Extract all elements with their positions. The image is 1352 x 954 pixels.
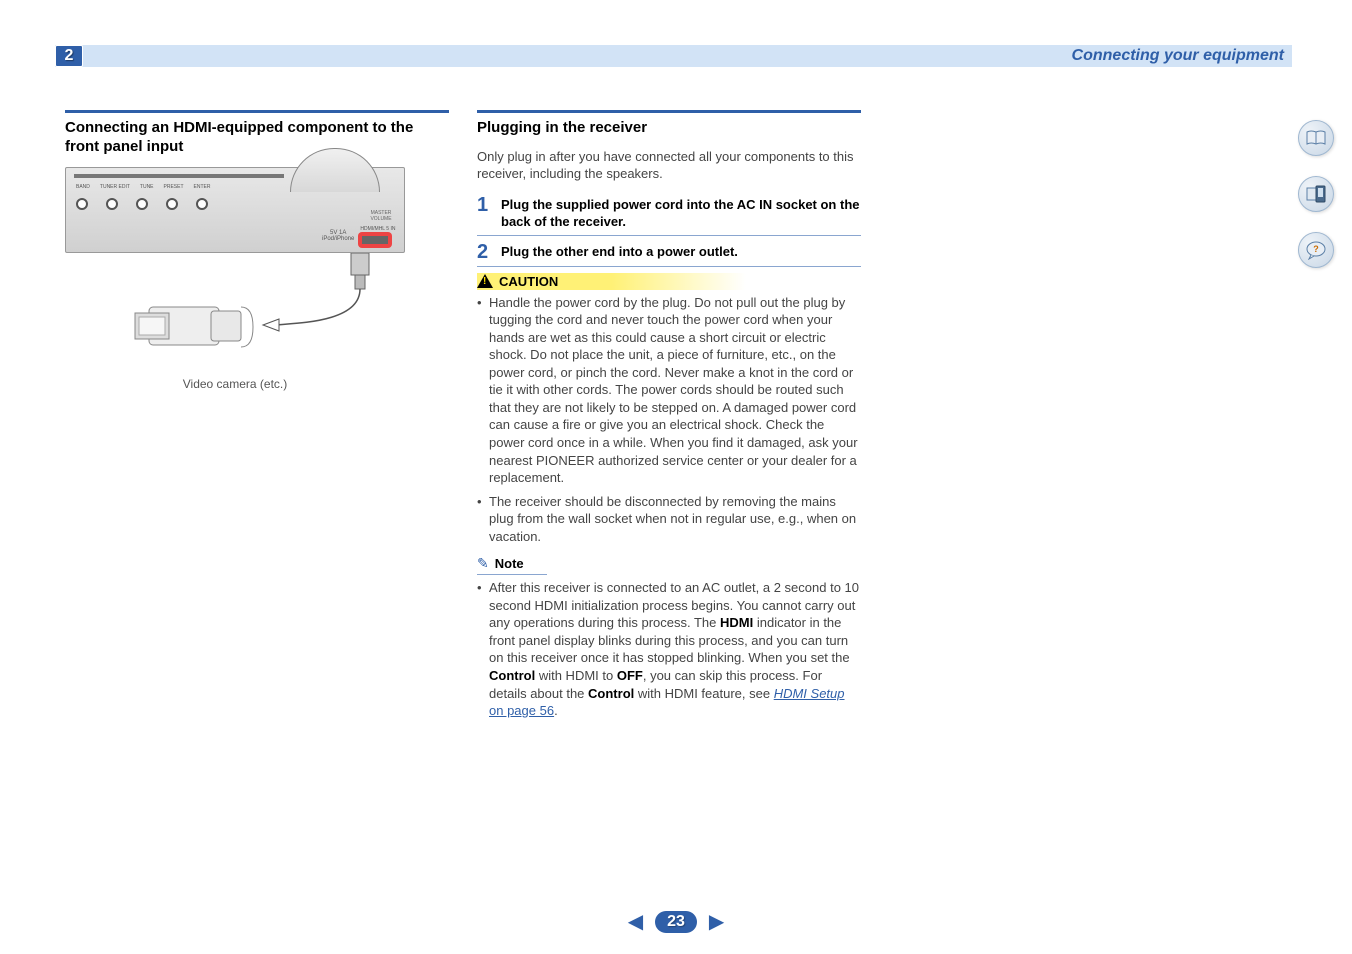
caution-list: Handle the power cord by the plug. Do no… [477,294,861,546]
device-icon[interactable] [1298,176,1334,212]
left-heading: Connecting an HDMI-equipped component to… [65,119,449,157]
section-rule [477,110,861,113]
note-icon: ✎ [477,555,489,572]
note-label: Note [495,556,524,571]
step-2: 2 Plug the other end into a power outlet… [477,242,861,267]
caution-bullet: Handle the power cord by the plug. Do no… [477,294,861,487]
front-panel-diagram: MASTER VOLUME BAND TUNER EDIT TUNE PRESE… [65,167,405,391]
page-number: 23 [655,911,697,933]
volume-label: MASTER VOLUME [366,210,396,222]
step-text: Plug the supplied power cord into the AC… [501,195,861,231]
panel-button-labels: BAND TUNER EDIT TUNE PRESET ENTER [76,184,211,190]
page-56-link[interactable]: on page 56 [489,703,554,718]
hdmi-port: 5V 1A iPod/iPhone HDMI/MHL 5 IN [322,226,395,246]
jack-row [76,198,208,210]
chapter-title: Connecting your equipment [1072,47,1284,65]
step-text: Plug the other end into a power outlet. [501,242,738,262]
note-bullet: After this receiver is connected to an A… [477,579,861,719]
step-1: 1 Plug the supplied power cord into the … [477,195,861,236]
section-rule [65,110,449,113]
jack-icon [76,198,88,210]
chapter-number-badge: 2 [55,45,83,67]
caution-label: CAUTION [499,274,558,289]
page-content: Connecting an HDMI-equipped component to… [65,110,861,726]
intro-text: Only plug in after you have connected al… [477,148,861,183]
hdmi-slot-icon [360,234,390,246]
diagram-caption: Video camera (etc.) [65,377,405,391]
caution-heading: CAUTION [477,273,861,290]
warning-triangle-icon [477,274,493,288]
right-heading: Plugging in the receiver [477,119,861,138]
jack-icon [166,198,178,210]
hdmi-setup-link[interactable]: HDMI Setup [774,686,845,701]
cable-diagram [65,253,405,373]
side-nav: ? [1298,120,1334,268]
next-page-arrow[interactable]: ▶ [709,909,724,934]
jack-icon [106,198,118,210]
right-column: Plugging in the receiver Only plug in af… [477,110,861,726]
step-number: 2 [477,242,491,262]
note-heading: ✎ Note [477,555,547,575]
left-column: Connecting an HDMI-equipped component to… [65,110,449,726]
caution-bullet: The receiver should be disconnected by r… [477,493,861,546]
receiver-front-panel: MASTER VOLUME BAND TUNER EDIT TUNE PRESE… [65,167,405,253]
note-list: After this receiver is connected to an A… [477,579,861,719]
book-icon[interactable] [1298,120,1334,156]
jack-icon [196,198,208,210]
prev-page-arrow[interactable]: ◀ [628,909,643,934]
jack-icon [136,198,148,210]
help-icon[interactable]: ? [1298,232,1334,268]
svg-text:?: ? [1313,244,1319,254]
page-footer: ◀ 23 ▶ [0,909,1352,934]
step-number: 1 [477,195,491,231]
chapter-header: 2 Connecting your equipment [55,45,1292,67]
